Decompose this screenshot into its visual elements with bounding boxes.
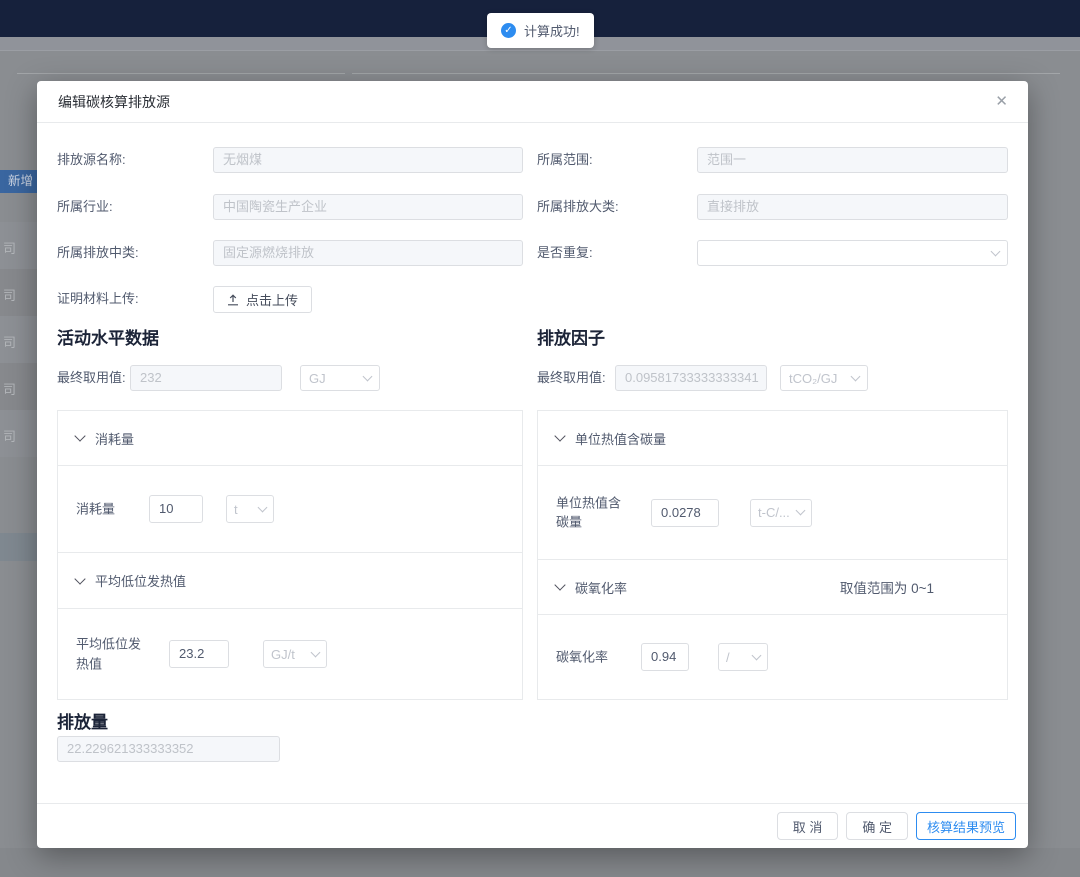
carbon-content-row-label: 单位热值含碳量 [556,493,628,532]
consumption-panel-body: 消耗量 10 t [58,465,522,552]
result-preview-button[interactable]: 核算结果预览 [916,812,1016,840]
heat-value-panel-body: 平均低位发热值 23.2 GJ/t [58,608,522,699]
carbon-content-panel-body: 单位热值含碳量 0.0278 t-C/... [538,465,1007,559]
chevron-down-icon [851,371,861,381]
activity-section-title: 活动水平数据 [57,324,159,349]
background-panel-left [17,73,345,81]
duplicate-select[interactable] [697,240,1008,266]
form-row: 证明材料上传: 点击上传 [37,286,1028,312]
source-name-input: 无烟煤 [213,147,523,173]
upload-button[interactable]: 点击上传 [213,286,312,313]
industry-input: 中国陶瓷生产企业 [213,194,523,220]
mid-category-label: 所属排放中类: [57,240,139,266]
major-category-input: 直接排放 [697,194,1008,220]
consumption-input[interactable]: 10 [149,495,203,523]
collapse-chevron-icon[interactable] [554,430,565,441]
oxidation-rate-row-label: 碳氧化率 [556,647,608,667]
form-row: 排放源名称: 无烟煤 所属范围: 范围一 [37,147,1028,173]
success-check-icon: ✓ [501,23,516,38]
oxidation-rate-panel-title: 碳氧化率 [575,578,627,597]
heat-value-panel-header[interactable]: 平均低位发热值 [58,552,522,608]
final-value-row: 最终取用值: 232 GJ 最终取用值: 0.09581733333333341… [37,365,1028,391]
carbon-content-unit-select[interactable]: t-C/... [750,499,812,527]
add-emission-source-button[interactable]: 新增 [0,170,37,193]
chevron-down-icon [752,650,762,660]
carbon-content-unit-value: t-C/... [758,505,790,520]
factor-section-title: 排放因子 [537,324,605,349]
mid-category-input: 固定源燃烧排放 [213,240,523,266]
upload-label: 证明材料上传: [57,286,139,312]
page-background-bottom [0,848,1080,877]
oxidation-rate-panel-body: 碳氧化率 0.94 / [538,614,1007,699]
scope-input: 范围一 [697,147,1008,173]
table-row: 司 [0,363,37,410]
background-panel-right [352,73,1060,81]
activity-unit-value: GJ [309,371,326,386]
emission-result-input: 22.229621333333352 [57,736,280,762]
chevron-down-icon [311,647,321,657]
background-divider [0,50,1080,51]
app-screen: 新增 司 司 司 司 司 ✓ 计算成功! 编辑碳核算排放源 ✕ 排放源名称: 无… [0,0,1080,877]
consumption-unit-select[interactable]: t [226,495,274,523]
activity-unit-select: GJ [300,365,380,391]
chevron-down-icon [258,502,268,512]
chevron-down-icon [363,371,373,381]
major-category-label: 所属排放大类: [537,194,619,220]
heat-value-panel-title: 平均低位发热值 [95,571,186,590]
cancel-button[interactable]: 取 消 [777,812,839,840]
consumption-unit-value: t [234,502,238,517]
chevron-down-icon [796,506,806,516]
success-toast: ✓ 计算成功! [487,13,594,48]
consumption-panel-header[interactable]: 消耗量 [58,411,522,465]
dialog-title: 编辑碳核算排放源 [58,81,170,123]
factor-unit-value: tCO₂/GJ [789,371,837,386]
table-row-selected [0,533,37,561]
collapse-chevron-icon[interactable] [74,573,85,584]
confirm-button[interactable]: 确 定 [846,812,908,840]
table-row: 司 [0,410,37,457]
source-name-label: 排放源名称: [57,147,126,173]
factor-panels: 单位热值含碳量 单位热值含碳量 0.0278 t-C/... 碳氧化率 取值范围… [537,410,1008,700]
consumption-panel-title: 消耗量 [95,429,134,448]
oxidation-rate-range-hint: 取值范围为 0~1 [840,577,934,597]
carbon-content-input[interactable]: 0.0278 [651,499,719,527]
industry-label: 所属行业: [57,194,113,220]
activity-final-input: 232 [130,365,282,391]
dialog-header: 编辑碳核算排放源 ✕ [37,81,1028,123]
oxidation-rate-unit-select[interactable]: / [718,643,768,671]
emission-section-title: 排放量 [57,708,108,733]
factor-unit-select: tCO₂/GJ [780,365,868,391]
table-row: 司 [0,222,37,269]
heat-value-unit-select[interactable]: GJ/t [263,640,327,668]
consumption-row-label: 消耗量 [76,499,115,519]
oxidation-rate-input[interactable]: 0.94 [641,643,689,671]
dialog-footer: 取 消 确 定 核算结果预览 [37,803,1028,848]
carbon-content-panel-title: 单位热值含碳量 [575,429,666,448]
edit-emission-source-dialog: 编辑碳核算排放源 ✕ 排放源名称: 无烟煤 所属范围: 范围一 所属行业: 中国… [37,81,1028,848]
factor-final-input: 0.09581733333333341 [615,365,767,391]
oxidation-rate-panel-header[interactable]: 碳氧化率 取值范围为 0~1 [538,559,1007,614]
chevron-down-icon [991,246,1001,256]
form-row: 所属行业: 中国陶瓷生产企业 所属排放大类: 直接排放 [37,194,1028,220]
upload-button-label: 点击上传 [246,290,298,309]
activity-panels: 消耗量 消耗量 10 t 平均低位发热值 平均低位发热值 23.2 GJ/t [57,410,523,700]
table-row: 司 [0,269,37,316]
heat-value-input[interactable]: 23.2 [169,640,229,668]
toast-message: 计算成功! [524,21,580,40]
table-row: 司 [0,316,37,363]
factor-final-label: 最终取用值: [537,365,606,391]
heat-value-unit-value: GJ/t [271,647,295,662]
collapse-chevron-icon[interactable] [554,579,565,590]
close-icon[interactable]: ✕ [995,92,1008,112]
upload-icon [227,294,239,306]
form-row: 所属排放中类: 固定源燃烧排放 是否重复: [37,240,1028,266]
duplicate-label: 是否重复: [537,240,593,266]
collapse-chevron-icon[interactable] [74,430,85,441]
carbon-content-panel-header[interactable]: 单位热值含碳量 [538,411,1007,465]
oxidation-rate-unit-value: / [726,650,730,665]
heat-value-row-label: 平均低位发热值 [76,635,146,674]
activity-final-label: 最终取用值: [57,365,126,391]
scope-label: 所属范围: [537,147,593,173]
